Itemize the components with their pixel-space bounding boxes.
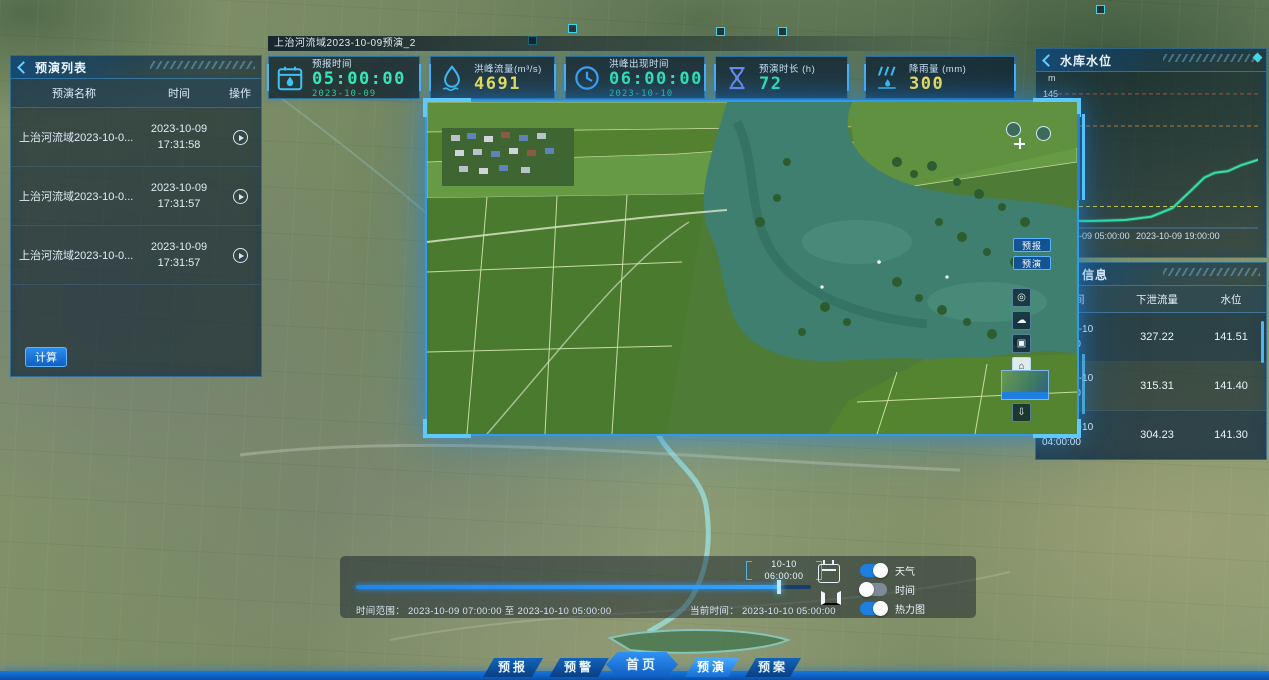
row-level: 141.51 <box>1202 331 1260 343</box>
rehearsal-list-panel: 预演列表 预演名称 时间 操作 上治河流域2023-10-0... 2023-1… <box>10 55 262 377</box>
viewer-forecast-button[interactable]: 预报 <box>1013 238 1051 252</box>
column-action: 操作 <box>221 85 259 101</box>
timeline-tooltip: 10-10 06:00:00 <box>748 559 820 582</box>
stat-value: 4691 <box>474 75 542 94</box>
timeline-slider[interactable] <box>356 585 811 589</box>
water-level-header: 水库水位 <box>1036 49 1266 72</box>
compass-icon[interactable]: ◎ <box>1012 288 1031 307</box>
rehearsal-name: 上治河流域2023-10-0... <box>11 188 137 204</box>
tooltip-date: 10-10 <box>748 559 820 571</box>
cloud-icon[interactable]: ☁ <box>1012 311 1031 330</box>
tab-home[interactable]: 首页 <box>606 652 678 677</box>
x-tick-end: 2023-10-09 19:00:00 <box>1136 231 1220 241</box>
stat-sub: 2023-10-10 <box>609 89 703 99</box>
row-level: 141.30 <box>1202 429 1260 441</box>
layer-toggles: 天气 时间 热力图 <box>860 561 925 618</box>
map-marker[interactable] <box>716 27 725 36</box>
stat-label: 降雨量 (mm) <box>909 61 966 75</box>
download-icon[interactable]: ⇩ <box>1012 403 1031 422</box>
time-toggle[interactable] <box>860 583 887 596</box>
stat-value: 06:00:00 <box>609 70 703 89</box>
scrollbar[interactable] <box>1261 321 1264 363</box>
pause-button[interactable] <box>821 591 841 605</box>
flood-3d-view[interactable] <box>427 102 1077 434</box>
row-flow: 304.23 <box>1112 429 1202 441</box>
rehearsal-name: 上治河流域2023-10-0... <box>11 129 137 145</box>
rehearsal-time: 2023-10-09 17:31:57 <box>137 180 221 213</box>
stat-label: 预报时间 <box>312 56 406 70</box>
row-flow: 327.22 <box>1112 331 1202 343</box>
viewer-rehearsal-button[interactable]: 预演 <box>1013 256 1051 270</box>
play-circle-icon[interactable] <box>233 248 248 263</box>
table-row[interactable]: 上治河流域2023-10-0... 2023-10-09 17:31:57 <box>11 226 261 285</box>
timeline-progress <box>356 585 779 589</box>
time-range-label: 时间范围： 2023-10-09 07:00:00 至 2023-10-10 0… <box>356 603 611 617</box>
timeline-panel: 10-10 06:00:00 时间范围： 2023-10-09 07:00:00… <box>340 556 976 618</box>
stat-value: 05:00:00 <box>312 70 406 89</box>
weather-toggle[interactable] <box>860 564 887 577</box>
header-bracket-icon <box>1042 54 1055 67</box>
calendar-icon <box>275 63 305 93</box>
clock-icon <box>572 63 602 93</box>
scenario-title-strip: 上治河流域2023-10-09预演_2 <box>268 36 974 51</box>
stat-sub: 2023-10-09 <box>312 89 406 99</box>
zoom-in-icon[interactable] <box>1014 138 1025 149</box>
rehearsal-list-header: 预演列表 <box>11 56 261 79</box>
panel-title: 信息 <box>1082 266 1108 283</box>
play-circle-icon[interactable] <box>233 130 248 145</box>
panel-title: 水库水位 <box>1060 52 1112 69</box>
compass-rose-icon[interactable] <box>1036 126 1051 141</box>
camera-icon[interactable]: ▣ <box>1012 334 1031 353</box>
droplet-icon <box>437 63 467 93</box>
rehearsal-table-header: 预演名称 时间 操作 <box>11 79 261 108</box>
column-name: 预演名称 <box>11 85 137 101</box>
column-discharge-flow: 下泄流量 <box>1112 292 1202 307</box>
rain-icon <box>872 63 902 93</box>
play-circle-icon[interactable] <box>233 189 248 204</box>
toggle-label: 热力图 <box>895 601 925 616</box>
tooltip-time: 06:00:00 <box>748 571 820 583</box>
calculate-button[interactable]: 计算 <box>25 347 67 367</box>
scenario-title: 上治河流域2023-10-09预演_2 <box>274 38 416 49</box>
map-marker[interactable] <box>778 27 787 36</box>
table-row[interactable]: 上治河流域2023-10-0... 2023-10-09 17:31:57 <box>11 167 261 226</box>
header-bracket-icon <box>17 61 30 74</box>
heatmap-toggle[interactable] <box>860 602 887 615</box>
stat-label: 预演时长 (h) <box>759 61 815 75</box>
table-row[interactable]: 上治河流域2023-10-0... 2023-10-09 17:31:58 <box>11 108 261 167</box>
toggle-label: 时间 <box>895 582 915 597</box>
current-time-label: 当前时间： 2023-10-10 05:00:00 <box>690 603 836 617</box>
stat-card-forecast-time: 预报时间 05:00:00 2023-10-09 <box>268 56 420 99</box>
column-time: 时间 <box>137 85 221 101</box>
row-level: 141.40 <box>1202 380 1260 392</box>
panel-title: 预演列表 <box>35 59 87 76</box>
stat-card-rainfall: 降雨量 (mm) 300 <box>865 56 1015 99</box>
stat-value: 300 <box>909 75 966 94</box>
map-marker[interactable] <box>1096 5 1105 14</box>
row-flow: 315.31 <box>1112 380 1202 392</box>
viewer-toolbar: ◎☁▣⌂▦⇩ <box>1012 288 1031 422</box>
calendar-picker-icon[interactable] <box>818 564 840 583</box>
map-marker[interactable] <box>568 24 577 33</box>
rehearsal-name: 上治河流域2023-10-0... <box>11 247 137 263</box>
rehearsal-time: 2023-10-09 17:31:57 <box>137 239 221 272</box>
minimap[interactable] <box>1001 370 1049 400</box>
flood-3d-viewer: 预报 预演 ◎☁▣⌂▦⇩ <box>425 100 1079 436</box>
stat-label: 洪峰流量(m³/s) <box>474 61 542 75</box>
stat-card-peak-flow: 洪峰流量(m³/s) 4691 <box>430 56 555 99</box>
stat-label: 洪峰出现时间 <box>609 56 703 70</box>
column-water-level: 水位 <box>1202 292 1260 307</box>
stat-card-duration: 预演时长 (h) 72 <box>715 56 848 99</box>
globe-icon[interactable] <box>1006 122 1021 137</box>
rehearsal-time: 2023-10-09 17:31:58 <box>137 121 221 154</box>
stat-card-peak-time: 洪峰出现时间 06:00:00 2023-10-10 <box>565 56 705 99</box>
toggle-label: 天气 <box>895 563 915 578</box>
hourglass-icon <box>722 63 752 93</box>
stat-value: 72 <box>759 75 815 94</box>
